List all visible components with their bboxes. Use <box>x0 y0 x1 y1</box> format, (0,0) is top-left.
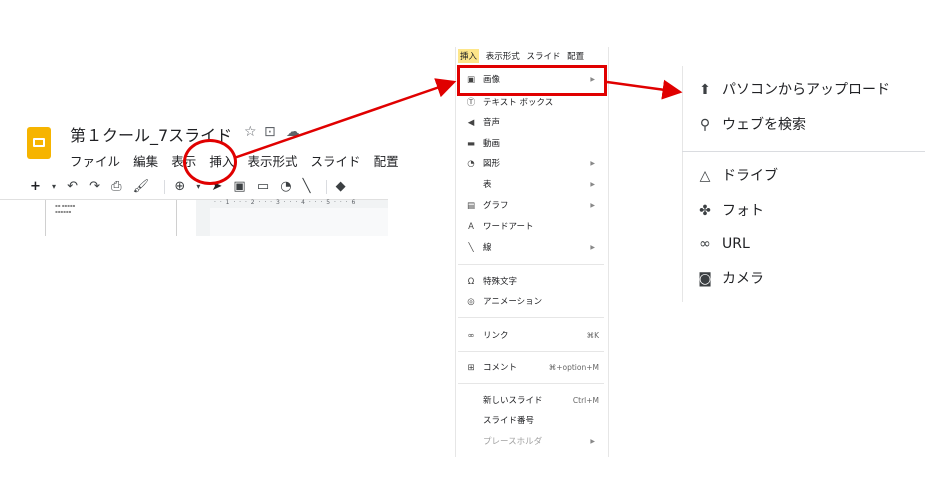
arrow-to-submenu <box>606 79 683 100</box>
annotation-arrows <box>233 78 683 160</box>
arrow-to-image-item <box>233 78 457 160</box>
